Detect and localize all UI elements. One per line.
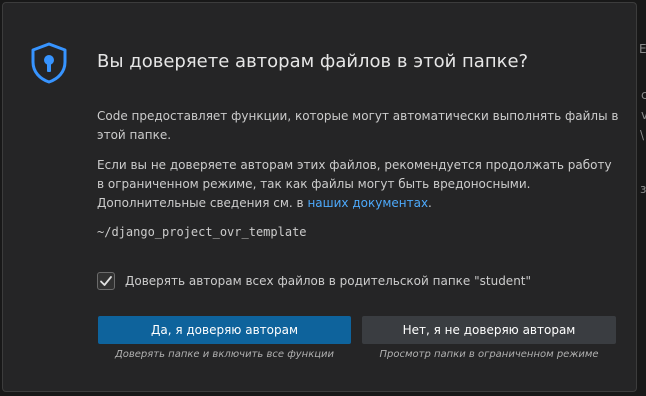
dialog-description: Code предоставляет функции, которые могу… bbox=[97, 109, 619, 142]
docs-link[interactable]: наших документах bbox=[307, 196, 428, 210]
warning-text-end: . bbox=[428, 196, 432, 210]
background-fragment: с bbox=[641, 88, 646, 102]
trust-parent-checkbox[interactable] bbox=[97, 272, 115, 290]
folder-path: ~/django_project_ovr_template bbox=[97, 225, 307, 239]
dialog-warning: Если вы не доверяете авторам этих файлов… bbox=[97, 156, 619, 213]
shield-lock-icon bbox=[31, 42, 67, 84]
workspace-trust-dialog: Вы доверяете авторам файлов в этой папке… bbox=[2, 2, 637, 392]
dialog-title: Вы доверяете авторам файлов в этой папке… bbox=[97, 51, 529, 72]
background-fragment: \ bbox=[640, 128, 645, 142]
trust-button[interactable]: Да, я доверяю авторам bbox=[98, 316, 351, 344]
trust-parent-label: Доверять авторам всех файлов в родительс… bbox=[125, 274, 532, 288]
background-fragment: з bbox=[640, 182, 646, 196]
distrust-caption: Просмотр папки в ограниченном режиме bbox=[379, 349, 599, 360]
background-fragment: Е bbox=[639, 42, 646, 56]
trust-caption: Доверять папке и включить все функции bbox=[114, 349, 335, 360]
background-fragment: v bbox=[641, 108, 646, 122]
distrust-button[interactable]: Нет, я не доверяю авторам bbox=[362, 316, 616, 344]
checkmark-icon bbox=[100, 276, 112, 286]
trust-parent-row[interactable]: Доверять авторам всех файлов в родительс… bbox=[97, 272, 531, 290]
